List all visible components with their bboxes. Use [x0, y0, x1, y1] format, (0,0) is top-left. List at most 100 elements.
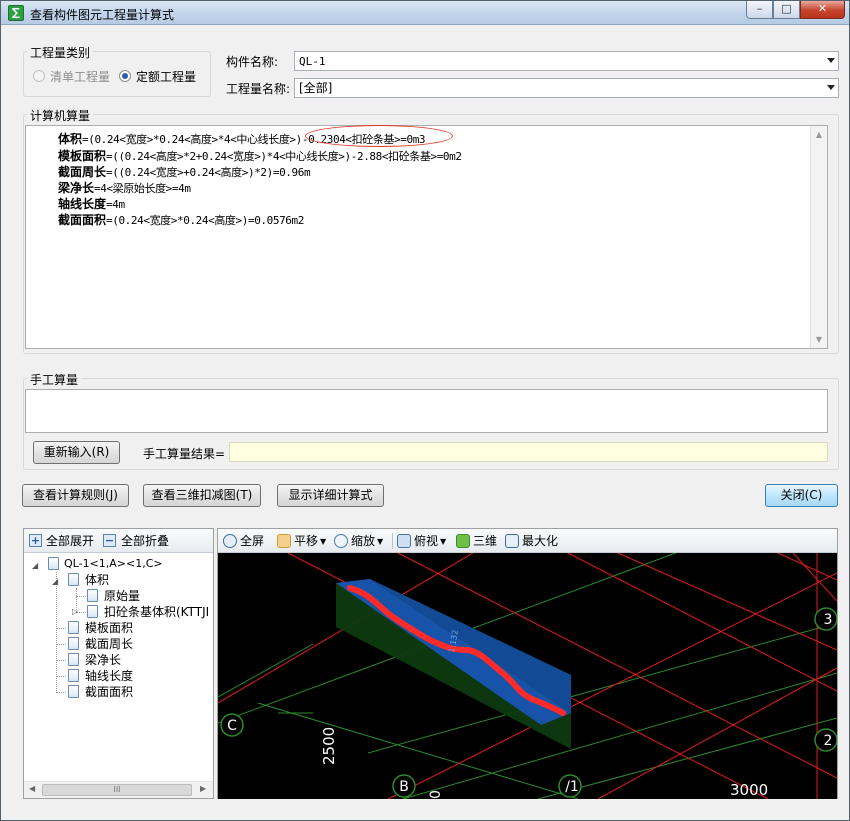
manual-result-label: 手工算量结果= — [143, 447, 226, 461]
axis-label-3: 3 — [824, 612, 833, 628]
calc-line-perimeter: 截面周长=((0.24<宽度>+0.24<高度>)*2)=0.96m — [58, 163, 311, 180]
scroll-thumb[interactable]: III — [42, 784, 192, 796]
tree-root[interactable]: QL-1<1,A><1,C> — [64, 556, 163, 572]
manual-calc-input[interactable] — [25, 389, 828, 433]
expand-all-button[interactable]: 全部展开 — [46, 532, 94, 550]
top-view-button[interactable]: 俯视 ▼ — [397, 532, 446, 550]
viewer-toolbar: 全屏 平移 ▼ 缩放 ▼ 俯视 ▼ 三维 最大化 — [218, 529, 837, 553]
minimize-button[interactable]: – — [746, 1, 773, 19]
expand-plus-icon[interactable]: + — [29, 534, 42, 547]
document-icon — [87, 589, 98, 602]
calc-line-name: 轴线长度 — [58, 197, 107, 211]
zoom-button[interactable]: 缩放 ▼ — [334, 532, 383, 550]
calc-line-formula: =(0.24<宽度>*0.24<高度>)=0.0576m2 — [106, 214, 304, 227]
viewer-3d[interactable]: 全屏 平移 ▼ 缩放 ▼ 俯视 ▼ 三维 最大化 1:132 C B /1 2 … — [217, 528, 838, 799]
tree-panel: + 全部展开 − 全部折叠 ◢ QL-1<1,A><1,C> ◢ 体积 原始量 … — [23, 528, 214, 799]
tree-item-original[interactable]: 原始量 — [104, 588, 140, 604]
maximize-view-label: 最大化 — [522, 534, 559, 548]
calc-line-formula: =((0.24<宽度>+0.24<高度>)*2)=0.96m — [106, 166, 311, 179]
component-name-label: 构件名称: — [226, 55, 279, 69]
tree-item-deduct[interactable]: 扣砼条基体积(KTTJI — [104, 604, 209, 620]
quota-quantity-label: 定额工程量 — [136, 70, 197, 84]
tree-item-section-area[interactable]: 截面面积 — [85, 684, 133, 700]
vertical-scrollbar[interactable]: ▲ ▼ — [810, 126, 827, 348]
document-icon — [68, 653, 79, 666]
calc-line-name: 梁净长 — [58, 181, 95, 195]
calc-line-name: 截面面积 — [58, 213, 107, 227]
fullscreen-icon — [223, 534, 237, 548]
calc-line-name: 模板面积 — [58, 149, 107, 163]
scroll-down-icon[interactable]: ▼ — [811, 331, 827, 348]
quota-quantity-radio[interactable] — [119, 70, 131, 82]
top-view-label: 俯视 — [414, 534, 439, 548]
scroll-right-icon[interactable]: ▶ — [200, 784, 206, 793]
calc-line-section-area: 截面面积=(0.24<宽度>*0.24<高度>)=0.0576m2 — [58, 211, 304, 228]
dimension-3000: 3000 — [730, 781, 768, 799]
highlight-annotation — [305, 125, 453, 147]
collapse-arrow-icon[interactable]: ◢ — [32, 561, 38, 570]
tree-item-formwork[interactable]: 模板面积 — [85, 620, 133, 636]
maximize-icon — [505, 534, 519, 548]
document-icon — [68, 669, 79, 682]
component-name-value: QL-1 — [299, 55, 326, 68]
view-3d-deduction-button[interactable]: 查看三维扣减图(T) — [143, 484, 261, 507]
tree-item-volume[interactable]: 体积 — [85, 572, 109, 588]
list-quantity-radio[interactable] — [33, 70, 45, 82]
viewer-canvas[interactable]: 1:132 C B /1 2 3 2500 3000 0 — [218, 553, 837, 799]
caret-down-icon: ▼ — [440, 537, 447, 546]
collapse-all-button[interactable]: 全部折叠 — [121, 532, 169, 550]
tree-item-perimeter[interactable]: 截面周长 — [85, 636, 133, 652]
tree-item-axis-length[interactable]: 轴线长度 — [85, 668, 133, 684]
document-icon — [87, 605, 98, 618]
reenter-button[interactable]: 重新输入(R) — [33, 441, 120, 464]
calc-line-net-length: 梁净长=4<梁原始长度>=4m — [58, 179, 191, 196]
calc-line-formwork: 模板面积=((0.24<高度>*2+0.24<宽度>)*4<中心线长度>)-2.… — [58, 147, 462, 164]
manual-calc-label: 手工算量 — [27, 371, 82, 388]
maximize-view-button[interactable]: 最大化 — [505, 532, 558, 550]
calc-line-formula: =((0.24<高度>*2+0.24<宽度>)*4<中心线长度>)-2.88<扣… — [106, 150, 462, 163]
quantity-name-select[interactable]: [全部] — [294, 78, 839, 98]
horizontal-scrollbar[interactable]: ◀ III ▶ — [24, 781, 213, 798]
document-icon — [48, 557, 59, 570]
quantity-name-label: 工程量名称: — [226, 82, 291, 96]
document-icon — [68, 637, 79, 650]
show-detail-button[interactable]: 显示详细计算式 — [277, 484, 384, 507]
tree-line — [76, 596, 86, 597]
collapse-minus-icon[interactable]: − — [103, 534, 116, 547]
calc-line-name: 体积 — [58, 132, 83, 146]
quantity-name-value: [全部] — [299, 81, 333, 95]
document-icon — [68, 621, 79, 634]
fullscreen-label: 全屏 — [240, 534, 265, 548]
title-bar[interactable]: ∑ 查看构件图元工程量计算式 – □ ✕ — [1, 1, 849, 25]
close-window-button[interactable]: ✕ — [800, 1, 845, 19]
caret-down-icon: ▼ — [377, 537, 384, 546]
calc-line-formula: =4m — [106, 198, 125, 211]
scroll-up-icon[interactable]: ▲ — [811, 126, 827, 143]
close-button[interactable]: 关闭(C) — [765, 484, 838, 507]
axis-label-1: /1 — [565, 779, 579, 795]
fullscreen-button[interactable]: 全屏 — [223, 532, 264, 550]
dimension-0: 0 — [428, 790, 444, 799]
toolbar-separator — [392, 533, 393, 549]
document-icon — [68, 573, 79, 586]
scroll-left-icon[interactable]: ◀ — [29, 784, 35, 793]
computer-calc-label: 计算机算量 — [27, 107, 94, 124]
three-d-button[interactable]: 三维 — [456, 532, 497, 550]
pan-button[interactable]: 平移 ▼ — [277, 532, 326, 550]
calc-line-axis-length: 轴线长度=4m — [58, 195, 125, 212]
view-rules-button[interactable]: 查看计算规则(J) — [22, 484, 129, 507]
tree-item-net-length[interactable]: 梁净长 — [85, 652, 121, 668]
tree-line — [56, 692, 66, 693]
calc-line-formula: =4<梁原始长度>=4m — [94, 182, 191, 195]
caret-down-icon: ▼ — [320, 537, 327, 546]
cube-icon — [397, 534, 411, 548]
collapse-arrow-icon[interactable]: ◢ — [52, 577, 58, 586]
document-icon — [68, 685, 79, 698]
expand-arrow-icon[interactable]: ▷ — [72, 607, 78, 616]
axis-label-b: B — [399, 779, 409, 795]
manual-result-field — [229, 442, 828, 462]
axis-label-2: 2 — [824, 733, 833, 749]
component-name-select[interactable]: QL-1 — [294, 51, 839, 71]
maximize-button[interactable]: □ — [773, 1, 800, 19]
app-icon: ∑ — [8, 5, 24, 21]
